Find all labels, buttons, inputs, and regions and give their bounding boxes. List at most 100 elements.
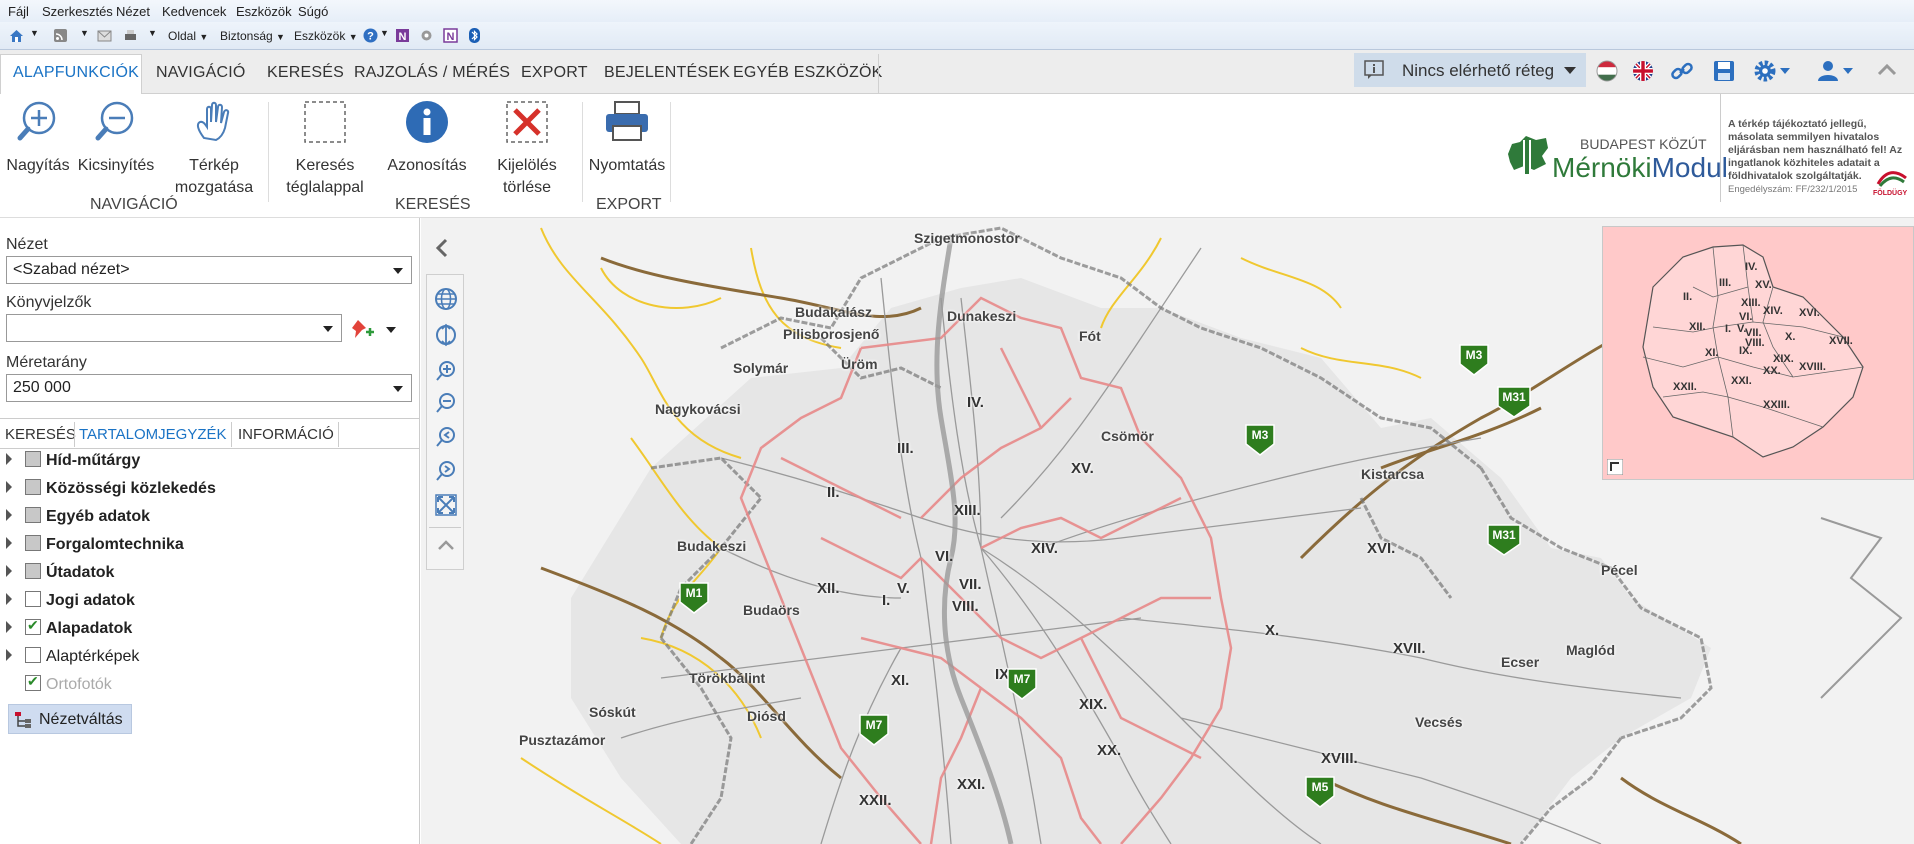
chevron-down-icon[interactable]	[1780, 68, 1790, 74]
uk-flag-icon[interactable]	[1632, 60, 1654, 82]
zoom-in-label: Nagyítás	[6, 157, 70, 174]
toc-checkbox[interactable]	[25, 535, 41, 551]
group-label-export: EXPORT	[596, 196, 662, 213]
collapse-tools-icon[interactable]	[434, 535, 458, 555]
collapse-panel-button[interactable]	[428, 228, 456, 268]
dropdown-arrow-icon[interactable]: ▼	[30, 28, 39, 38]
identify-button[interactable]: Azonosítás	[382, 100, 472, 177]
link-icon[interactable]	[1670, 59, 1694, 83]
globe-arrows-icon[interactable]	[434, 323, 458, 347]
dropdown-arrow-icon[interactable]: ▼	[80, 28, 89, 38]
cmd-security[interactable]: Biztonság ▼	[220, 29, 285, 43]
pan-map-button[interactable]: Térkép mozgatása	[168, 100, 260, 199]
toc-checkbox[interactable]	[25, 673, 41, 691]
tab-export[interactable]: EXPORT	[521, 64, 588, 82]
search-rectangle-button[interactable]: Keresés téglalappal	[282, 100, 368, 199]
expand-triangle-icon[interactable]	[6, 509, 12, 521]
print-icon[interactable]	[122, 27, 139, 44]
tab-navigacio[interactable]: NAVIGÁCIÓ	[156, 64, 246, 82]
toc-checkbox[interactable]	[25, 617, 41, 635]
toc-item[interactable]: Híd-műtárgy	[0, 448, 300, 472]
zoom-previous-icon[interactable]	[434, 425, 458, 449]
user-icon[interactable]	[1816, 59, 1840, 83]
toc-item[interactable]: Egyéb adatok	[0, 504, 300, 528]
cmd-tools[interactable]: Eszközök ▼	[294, 29, 358, 43]
toc-checkbox[interactable]	[25, 507, 41, 523]
rss-feed-icon[interactable]	[52, 27, 69, 44]
tab-bejelentesek[interactable]: BEJELENTÉSEK	[604, 64, 730, 82]
scale-label: Méretarány	[6, 354, 87, 371]
panel-tab-tartalomjegyzek[interactable]: TARTALOMJEGYZÉK	[74, 422, 232, 447]
tab-egyeb-eszkozok[interactable]: EGYÉB ESZKÖZÖK	[733, 64, 883, 82]
expand-triangle-icon[interactable]	[6, 621, 12, 633]
zoom-out-button[interactable]: Kicsinyítés	[76, 100, 156, 177]
save-icon[interactable]	[1712, 59, 1736, 83]
toc-checkbox[interactable]	[25, 451, 41, 467]
home-icon[interactable]	[8, 27, 25, 44]
dropdown-arrow-icon[interactable]: ▼	[148, 28, 157, 38]
expand-triangle-icon[interactable]	[6, 649, 12, 661]
menu-help[interactable]: Súgó	[298, 4, 328, 19]
chevron-down-icon[interactable]	[386, 327, 396, 333]
chevron-down-icon[interactable]	[1843, 68, 1853, 74]
toc-item[interactable]: Jogi adatok	[0, 588, 300, 612]
bookmarks-select[interactable]	[6, 314, 342, 342]
toc-checkbox[interactable]	[25, 479, 41, 495]
hungarian-flag-icon[interactable]	[1596, 60, 1618, 82]
panel-tab-informacio[interactable]: INFORMÁCIÓ	[234, 422, 339, 447]
mail-icon[interactable]	[96, 27, 113, 44]
toc-item[interactable]: Alaptérképek	[0, 644, 300, 668]
expand-overview-icon[interactable]	[1607, 459, 1623, 475]
toc-checkbox[interactable]	[25, 647, 41, 663]
expand-triangle-icon[interactable]	[6, 481, 12, 493]
clear-selection-button[interactable]: Kijelölés törlése	[484, 100, 570, 199]
tab-kereses[interactable]: KERESÉS	[267, 64, 344, 82]
toc-item[interactable]: Ortofotók	[0, 672, 300, 696]
panel-tab-kereses[interactable]: KERESÉS	[1, 422, 80, 447]
onenote-send-icon[interactable]: N	[442, 27, 459, 44]
tab-rajzolas-meres[interactable]: RAJZOLÁS / MÉRÉS	[354, 64, 510, 82]
tab-alapfunkciok[interactable]: ALAPFUNKCIÓK	[13, 64, 139, 82]
collapse-ribbon-icon[interactable]	[1876, 62, 1898, 78]
map-place-label: Vecsés	[1415, 714, 1463, 730]
menu-favorites[interactable]: Kedvencek	[162, 4, 226, 19]
help-icon[interactable]: ?	[362, 27, 379, 44]
info-icon	[406, 101, 448, 143]
toc-checkbox[interactable]	[25, 591, 41, 607]
expand-triangle-icon[interactable]	[6, 453, 12, 465]
expand-triangle-icon[interactable]	[6, 537, 12, 549]
full-extent-icon[interactable]	[434, 493, 458, 517]
toc-checkbox[interactable]	[25, 563, 41, 579]
zoom-next-icon[interactable]	[434, 459, 458, 483]
toc-item[interactable]: Forgalomtechnika	[0, 532, 300, 556]
menu-edit[interactable]: Szerkesztés	[42, 4, 113, 19]
expand-triangle-icon[interactable]	[6, 593, 12, 605]
motorway-shield: M7	[1007, 668, 1037, 705]
gear-icon[interactable]	[418, 27, 435, 44]
settings-gear-icon[interactable]	[1752, 58, 1778, 84]
scale-select[interactable]: 250 000	[6, 374, 412, 402]
toc-item[interactable]: Közösségi közlekedés	[0, 476, 300, 500]
toc-item[interactable]: Útadatok	[0, 560, 300, 584]
cmd-page[interactable]: Oldal ▼	[168, 29, 208, 43]
view-switch-button[interactable]: Nézetváltás	[8, 704, 132, 734]
layer-select[interactable]: Nincs elérhető réteg	[1354, 53, 1586, 87]
toc-item[interactable]: Alapadatok	[0, 616, 300, 640]
view-select[interactable]: <Szabad nézet>	[6, 256, 412, 284]
zoom-in-button[interactable]: Nagyítás	[2, 100, 74, 177]
menu-tools[interactable]: Eszközök	[236, 4, 292, 19]
overview-district-label: XII.	[1689, 321, 1706, 333]
bluetooth-icon[interactable]	[466, 27, 483, 44]
menu-view[interactable]: Nézet	[116, 4, 150, 19]
globe-icon[interactable]	[434, 287, 458, 311]
expand-triangle-icon[interactable]	[6, 565, 12, 577]
dropdown-arrow-icon[interactable]: ▼	[380, 28, 389, 38]
menu-file[interactable]: Fájl	[8, 4, 29, 19]
add-bookmark-pin-icon[interactable]	[350, 318, 374, 340]
info-message-icon	[1364, 60, 1384, 79]
print-button[interactable]: Nyomtatás	[584, 100, 670, 177]
zoom-in-icon[interactable]	[434, 359, 458, 383]
zoom-out-icon[interactable]	[434, 391, 458, 415]
overview-map[interactable]: IV. XV. III. II. XIII. XIV. XVI. VI. I. V. VII. XII…	[1602, 226, 1914, 480]
onenote-icon[interactable]: N	[394, 27, 411, 44]
